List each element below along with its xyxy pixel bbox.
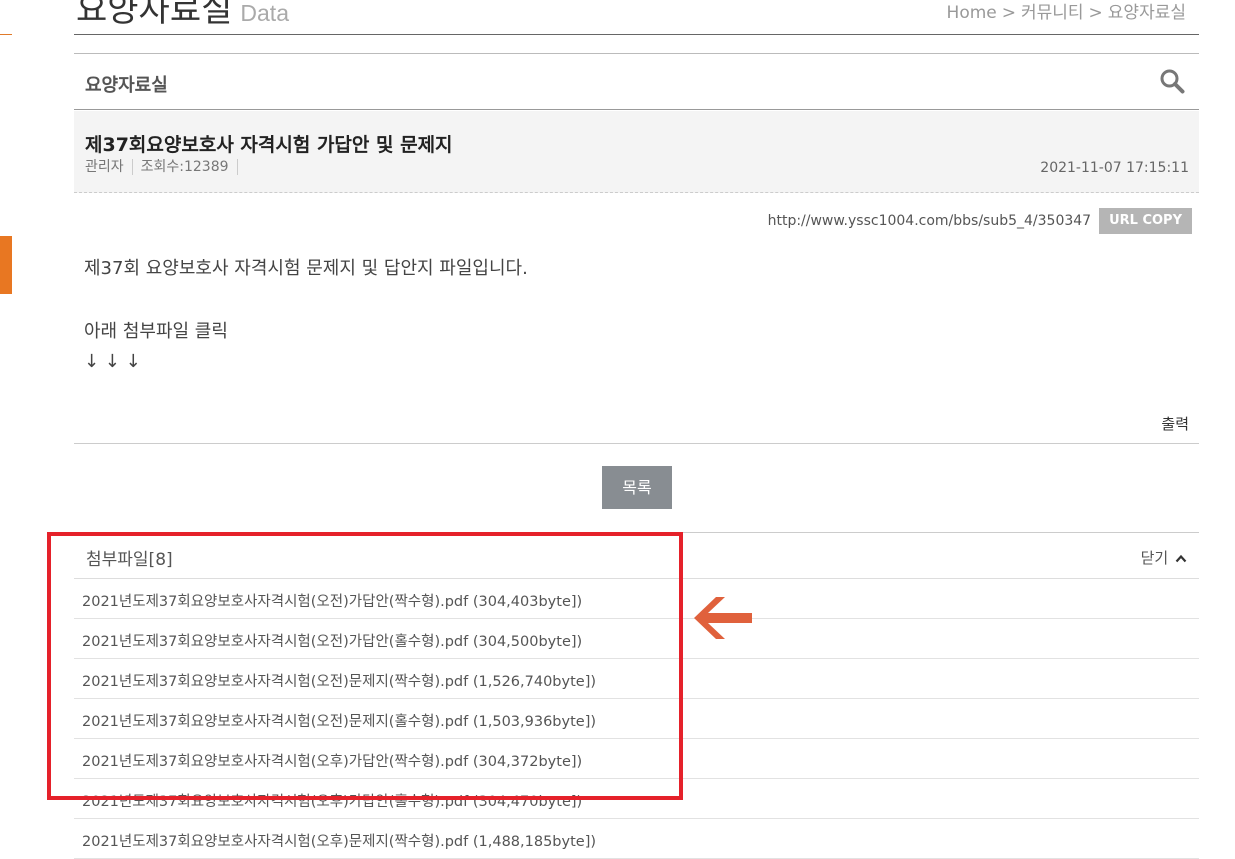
page-title: 요양자료실 Data	[76, 0, 289, 30]
chevron-up-icon	[1175, 554, 1187, 563]
print-button[interactable]: 출력	[1161, 413, 1189, 434]
post-meta: 관리자 조회수:12389	[85, 159, 238, 175]
post-url[interactable]: http://www.yssc1004.com/bbs/sub5_4/35034…	[768, 213, 1091, 229]
page-title-ko: 요양자료실	[76, 0, 233, 30]
title-divider	[74, 34, 1199, 35]
url-row: http://www.yssc1004.com/bbs/sub5_4/35034…	[768, 208, 1192, 234]
attachment-item[interactable]: 2021년도제37회요양보호사자격시험(오후)문제지(짝수형).pdf (1,4…	[74, 819, 1199, 859]
breadcrumb-community[interactable]: 커뮤니티	[1021, 3, 1084, 23]
post-views: 조회수:12389	[133, 159, 238, 175]
post-title: 제37회요양보호사 자격시험 가답안 및 문제지	[85, 134, 453, 156]
post-date: 2021-11-07 17:15:11	[1040, 160, 1189, 176]
breadcrumb-home[interactable]: Home	[947, 3, 997, 23]
attachments-close-label: 닫기	[1140, 549, 1169, 567]
url-copy-button[interactable]: URL COPY	[1099, 208, 1192, 234]
attachment-link[interactable]: 2021년도제37회요양보호사자격시험(오후)문제지(짝수형).pdf (1,4…	[82, 830, 596, 851]
post-author: 관리자	[85, 159, 133, 175]
attachments-close-button[interactable]: 닫기	[1141, 547, 1187, 568]
breadcrumb: Home > 커뮤니티 > 요양자료실	[947, 0, 1186, 23]
board-header: 요양자료실	[74, 53, 1199, 110]
post-body-line: 제37회 요양보호사 자격시험 문제지 및 답안지 파일입니다.	[84, 258, 528, 279]
page-title-en: Data	[240, 0, 289, 26]
board-name: 요양자료실	[85, 75, 168, 96]
post-header: 제37회요양보호사 자격시험 가답안 및 문제지 관리자 조회수:12389 20…	[74, 111, 1199, 193]
search-icon[interactable]	[1159, 68, 1185, 94]
content-divider	[74, 443, 1199, 444]
highlight-box	[47, 532, 683, 800]
side-tab[interactable]	[0, 236, 12, 294]
breadcrumb-sep: >	[1001, 3, 1016, 23]
breadcrumb-sep: >	[1088, 3, 1103, 23]
list-button[interactable]: 목록	[602, 466, 672, 509]
breadcrumb-current[interactable]: 요양자료실	[1108, 3, 1186, 23]
post-body-line: 아래 첨부파일 클릭	[84, 321, 228, 342]
post-body-line: ↓ ↓ ↓	[84, 351, 141, 372]
left-accent-line	[0, 34, 12, 35]
left-arrow-icon	[694, 597, 752, 639]
